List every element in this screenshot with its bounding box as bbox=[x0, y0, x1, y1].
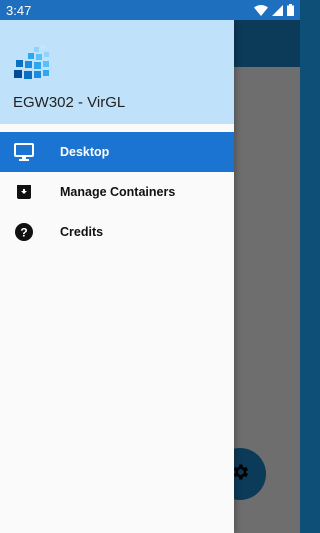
drawer-header: EGW302 - VirGL bbox=[0, 20, 234, 124]
menu-item-manage-containers[interactable]: Manage Containers bbox=[0, 172, 234, 212]
status-time: 3:47 bbox=[6, 2, 32, 18]
navigation-drawer: EGW302 - VirGL Desktop Manage Containers… bbox=[0, 20, 234, 533]
menu-item-desktop[interactable]: Desktop bbox=[0, 132, 234, 172]
app-title: EGW302 - VirGL bbox=[13, 94, 126, 111]
menu-item-credits[interactable]: ? Credits bbox=[0, 212, 234, 252]
help-circle-icon: ? bbox=[14, 222, 34, 242]
archive-box-icon bbox=[14, 182, 34, 202]
svg-text:?: ? bbox=[20, 226, 27, 240]
menu-item-label: Credits bbox=[60, 225, 104, 239]
cellular-signal-icon bbox=[272, 4, 283, 16]
status-icons bbox=[254, 4, 294, 16]
wifi-icon bbox=[254, 4, 268, 16]
menu-item-label: Desktop bbox=[60, 145, 110, 159]
battery-icon bbox=[287, 4, 294, 16]
app-logo bbox=[12, 44, 56, 84]
monitor-icon bbox=[14, 142, 34, 162]
menu-item-label: Manage Containers bbox=[60, 185, 176, 199]
status-bar: 3:47 bbox=[0, 0, 300, 20]
drawer-menu: Desktop Manage Containers ? Credits bbox=[0, 132, 234, 252]
